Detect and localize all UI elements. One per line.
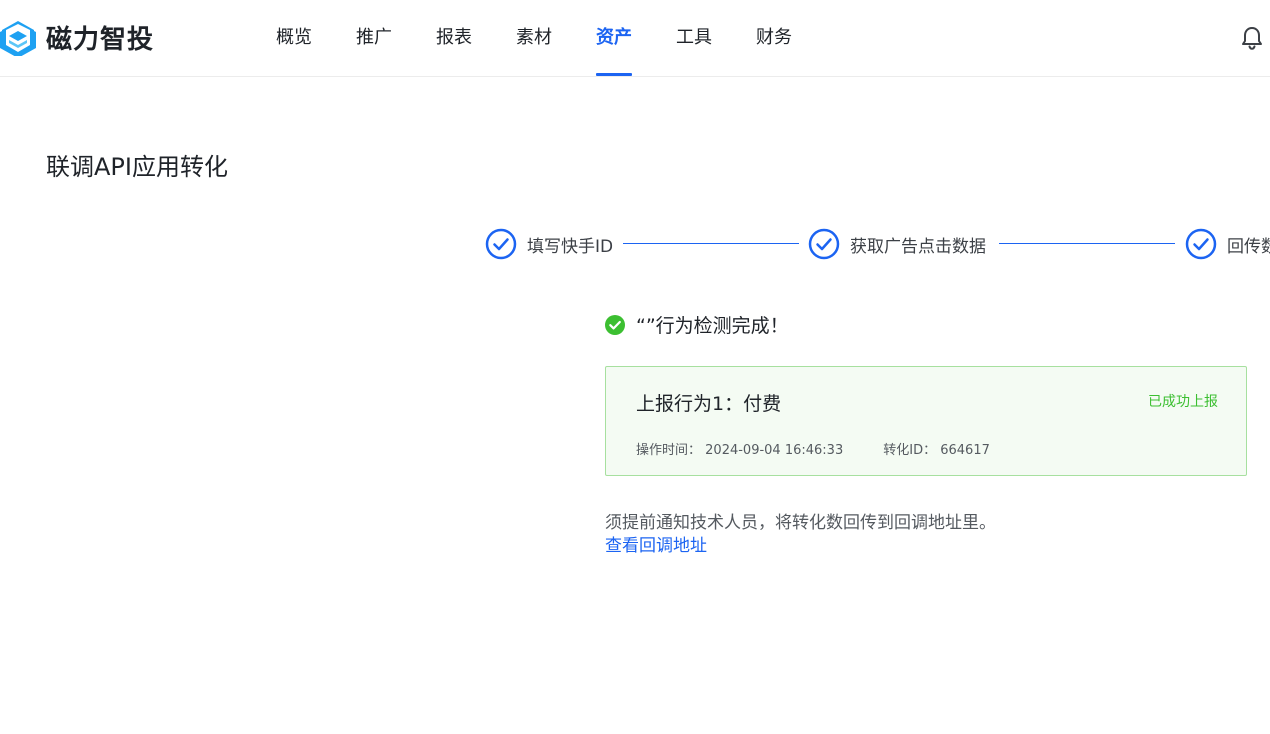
status-badge: 已成功上报: [1148, 394, 1218, 410]
logo-icon: [0, 21, 36, 56]
step-label: 填写快手ID: [527, 236, 614, 257]
bell-icon[interactable]: [1240, 25, 1264, 51]
step-callback-data: 回传数据: [1185, 228, 1270, 260]
step-connector: [999, 243, 1175, 244]
operation-time: 操作时间： 2024-09-04 16:46:33: [636, 439, 843, 458]
result-message: “”行为检测完成！: [636, 315, 789, 337]
success-check-icon: [605, 314, 625, 335]
steps-progress: 填写快手ID 获取广告点击数据 回传数据: [485, 228, 1270, 260]
nav-item-reports[interactable]: 报表: [414, 0, 494, 76]
brand-logo[interactable]: 磁力智投: [0, 18, 154, 56]
main-nav: 概览 推广 报表 素材 资产 工具 财务: [254, 0, 814, 76]
top-navigation-bar: 磁力智投 概览 推广 报表 素材 资产 工具 财务: [0, 0, 1270, 77]
brand-name: 磁力智投: [46, 24, 155, 55]
step-label: 获取广告点击数据: [850, 236, 986, 257]
operation-time-value: 2024-09-04 16:46:33: [705, 443, 844, 458]
step-get-click-data: 获取广告点击数据: [808, 228, 986, 260]
check-circle-icon: [1185, 228, 1217, 260]
nav-item-promotion[interactable]: 推广: [334, 0, 414, 76]
nav-item-finance[interactable]: 财务: [734, 0, 814, 76]
conversion-id-label: 转化ID：: [883, 443, 937, 458]
conversion-id-value: 664617: [940, 443, 990, 458]
nav-item-overview[interactable]: 概览: [254, 0, 334, 76]
conversion-id: 转化ID： 664617: [883, 439, 990, 458]
page-title: 联调API应用转化: [46, 153, 228, 181]
nav-item-materials[interactable]: 素材: [494, 0, 574, 76]
detection-result: “”行为检测完成！: [604, 311, 789, 338]
step-label: 回传数据: [1227, 236, 1270, 257]
step-fill-kuaishou-id: 填写快手ID: [485, 228, 613, 260]
operation-time-label: 操作时间：: [636, 443, 702, 458]
view-callback-link[interactable]: 查看回调地址: [605, 531, 707, 556]
report-meta: 操作时间： 2024-09-04 16:46:33 转化ID： 664617: [636, 439, 990, 458]
nav-item-assets[interactable]: 资产: [574, 0, 654, 76]
report-card: 上报行为1：付费 已成功上报 操作时间： 2024-09-04 16:46:33…: [605, 366, 1247, 476]
nav-item-tools[interactable]: 工具: [654, 0, 734, 76]
report-title: 上报行为1：付费: [636, 393, 782, 415]
check-circle-icon: [808, 228, 840, 260]
notice-text: 须提前通知技术人员，将转化数回传到回调地址里。: [605, 513, 996, 533]
check-circle-icon: [485, 228, 517, 260]
step-connector: [623, 243, 799, 244]
